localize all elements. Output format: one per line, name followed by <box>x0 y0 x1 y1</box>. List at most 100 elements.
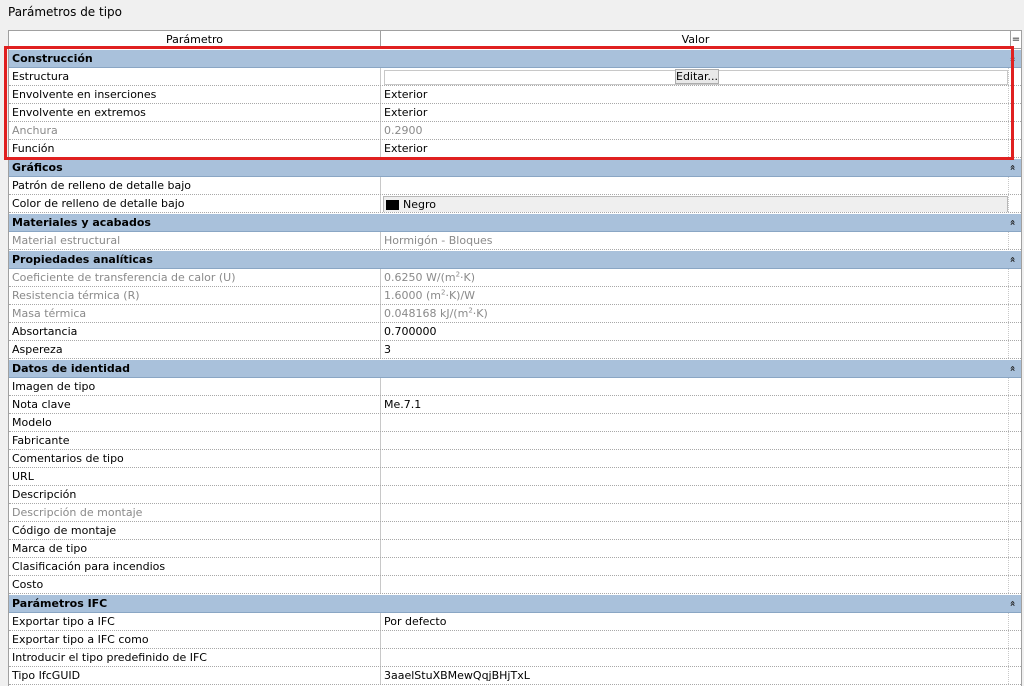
param-value[interactable] <box>381 576 1009 593</box>
color-picker-button[interactable]: Negro <box>383 196 1008 212</box>
param-name: Color de relleno de detalle bajo <box>9 195 381 212</box>
collapse-chevron-icon[interactable]: » <box>1008 361 1019 377</box>
param-row[interactable]: Clasificación para incendios <box>9 558 1021 576</box>
param-name: Anchura <box>9 122 381 139</box>
param-value[interactable]: Me.7.1 <box>381 396 1009 413</box>
param-row[interactable]: Introducir el tipo predefinido de IFC <box>9 649 1021 667</box>
param-value[interactable] <box>381 558 1009 575</box>
param-row-envolvente-extremos[interactable]: Envolvente en extremos Exterior <box>9 104 1021 122</box>
param-value[interactable]: 3aaelStuXBMewQqjBHjTxL <box>381 667 1009 684</box>
param-row[interactable]: Costo <box>9 576 1021 594</box>
param-row[interactable]: URL <box>9 468 1021 486</box>
param-row[interactable]: Marca de tipo <box>9 540 1021 558</box>
param-row-funcion[interactable]: Función Exterior <box>9 140 1021 158</box>
param-name: Nota clave <box>9 396 381 413</box>
param-row[interactable]: Imagen de tipo <box>9 378 1021 396</box>
param-row-color-relleno[interactable]: Color de relleno de detalle bajo Negro <box>9 195 1021 213</box>
param-value: 0.6250 W/(m2·K) <box>381 269 1009 286</box>
param-row-aspereza[interactable]: Aspereza 3 <box>9 341 1021 359</box>
param-name: Envolvente en extremos <box>9 104 381 121</box>
param-value[interactable] <box>381 177 1009 194</box>
group-title: Propiedades analíticas <box>12 253 153 266</box>
param-name: Descripción <box>9 486 381 503</box>
group-title: Gráficos <box>12 161 63 174</box>
param-value: 0.048168 kJ/(m2·K) <box>381 305 1009 322</box>
param-value[interactable] <box>381 432 1009 449</box>
param-row-material-estructural: Material estructural Hormigón - Bloques <box>9 232 1021 250</box>
param-value[interactable] <box>381 540 1009 557</box>
param-value[interactable]: 3 <box>381 341 1009 358</box>
param-name: Descripción de montaje <box>9 504 381 521</box>
collapse-chevron-icon[interactable]: » <box>1008 252 1019 268</box>
column-header-parametro[interactable]: Parámetro <box>9 31 381 48</box>
group-title: Datos de identidad <box>12 362 131 375</box>
collapse-chevron-icon[interactable]: » <box>1008 596 1019 612</box>
param-value[interactable] <box>381 649 1009 666</box>
param-row-absortancia[interactable]: Absortancia 0.700000 <box>9 323 1021 341</box>
group-header-graficos[interactable]: Gráficos » <box>9 159 1021 177</box>
param-row-estructura[interactable]: Estructura Editar... <box>9 68 1021 86</box>
param-name: Masa térmica <box>9 305 381 322</box>
param-value <box>381 504 1009 521</box>
param-name: Código de montaje <box>9 522 381 539</box>
group-title: Parámetros IFC <box>12 597 108 610</box>
group-header-construccion[interactable]: Construcción » <box>9 50 1021 68</box>
param-row[interactable]: Fabricante <box>9 432 1021 450</box>
param-value[interactable] <box>381 522 1009 539</box>
param-row[interactable]: Descripción <box>9 486 1021 504</box>
type-parameters-grid: Parámetro Valor = Construcción » Estruct… <box>8 30 1022 686</box>
group-header-identidad[interactable]: Datos de identidad » <box>9 360 1021 378</box>
dialog-title: Parámetros de tipo <box>8 5 123 19</box>
param-name: Envolvente en inserciones <box>9 86 381 103</box>
collapse-chevron-icon[interactable]: » <box>1008 51 1019 67</box>
param-row[interactable]: Exportar tipo a IFC Por defecto <box>9 613 1021 631</box>
param-name: Costo <box>9 576 381 593</box>
param-name: Coeficiente de transferencia de calor (U… <box>9 269 381 286</box>
param-name: Estructura <box>9 68 381 85</box>
param-row-masa-termica: Masa térmica 0.048168 kJ/(m2·K) <box>9 305 1021 323</box>
param-value[interactable]: Exterior <box>381 86 1009 103</box>
param-name: Exportar tipo a IFC <box>9 613 381 630</box>
param-name: Patrón de relleno de detalle bajo <box>9 177 381 194</box>
group-header-ifc[interactable]: Parámetros IFC » <box>9 595 1021 613</box>
param-value[interactable]: Exterior <box>381 104 1009 121</box>
param-row-resistencia-r: Resistencia térmica (R) 1.6000 (m2·K)/W <box>9 287 1021 305</box>
color-name: Negro <box>403 198 436 211</box>
param-value: 1.6000 (m2·K)/W <box>381 287 1009 304</box>
column-header-formula[interactable]: = <box>1011 31 1021 48</box>
param-name: Resistencia térmica (R) <box>9 287 381 304</box>
param-row[interactable]: Comentarios de tipo <box>9 450 1021 468</box>
param-row[interactable]: Código de montaje <box>9 522 1021 540</box>
collapse-chevron-icon[interactable]: » <box>1008 160 1019 176</box>
param-value[interactable]: 0.700000 <box>381 323 1009 340</box>
edit-structure-button[interactable]: Editar... <box>675 69 719 84</box>
param-row-envolvente-inserciones[interactable]: Envolvente en inserciones Exterior <box>9 86 1021 104</box>
param-row[interactable]: Exportar tipo a IFC como <box>9 631 1021 649</box>
param-name: Absortancia <box>9 323 381 340</box>
param-row-anchura: Anchura 0.2900 <box>9 122 1021 140</box>
param-row[interactable]: Nota clave Me.7.1 <box>9 396 1021 414</box>
group-title: Construcción <box>12 52 93 65</box>
param-value[interactable]: Exterior <box>381 140 1009 157</box>
group-title: Materiales y acabados <box>12 216 151 229</box>
param-name: Marca de tipo <box>9 540 381 557</box>
param-row[interactable]: Tipo IfcGUID 3aaelStuXBMewQqjBHjTxL <box>9 667 1021 685</box>
collapse-chevron-icon[interactable]: » <box>1008 215 1019 231</box>
param-row[interactable]: Modelo <box>9 414 1021 432</box>
param-value: 0.2900 <box>381 122 1009 139</box>
param-value[interactable] <box>381 378 1009 395</box>
param-value[interactable] <box>381 631 1009 648</box>
param-value[interactable] <box>381 414 1009 431</box>
param-value[interactable]: Negro <box>381 195 1009 212</box>
group-header-materiales[interactable]: Materiales y acabados » <box>9 214 1021 232</box>
column-header-valor[interactable]: Valor <box>381 31 1011 48</box>
param-row-patron-relleno[interactable]: Patrón de relleno de detalle bajo <box>9 177 1021 195</box>
param-value[interactable] <box>381 468 1009 485</box>
color-swatch-icon <box>386 199 399 210</box>
param-name: Tipo IfcGUID <box>9 667 381 684</box>
param-value[interactable] <box>381 450 1009 467</box>
param-value[interactable] <box>381 486 1009 503</box>
param-name: Exportar tipo a IFC como <box>9 631 381 648</box>
param-value[interactable]: Por defecto <box>381 613 1009 630</box>
group-header-analiticas[interactable]: Propiedades analíticas » <box>9 251 1021 269</box>
